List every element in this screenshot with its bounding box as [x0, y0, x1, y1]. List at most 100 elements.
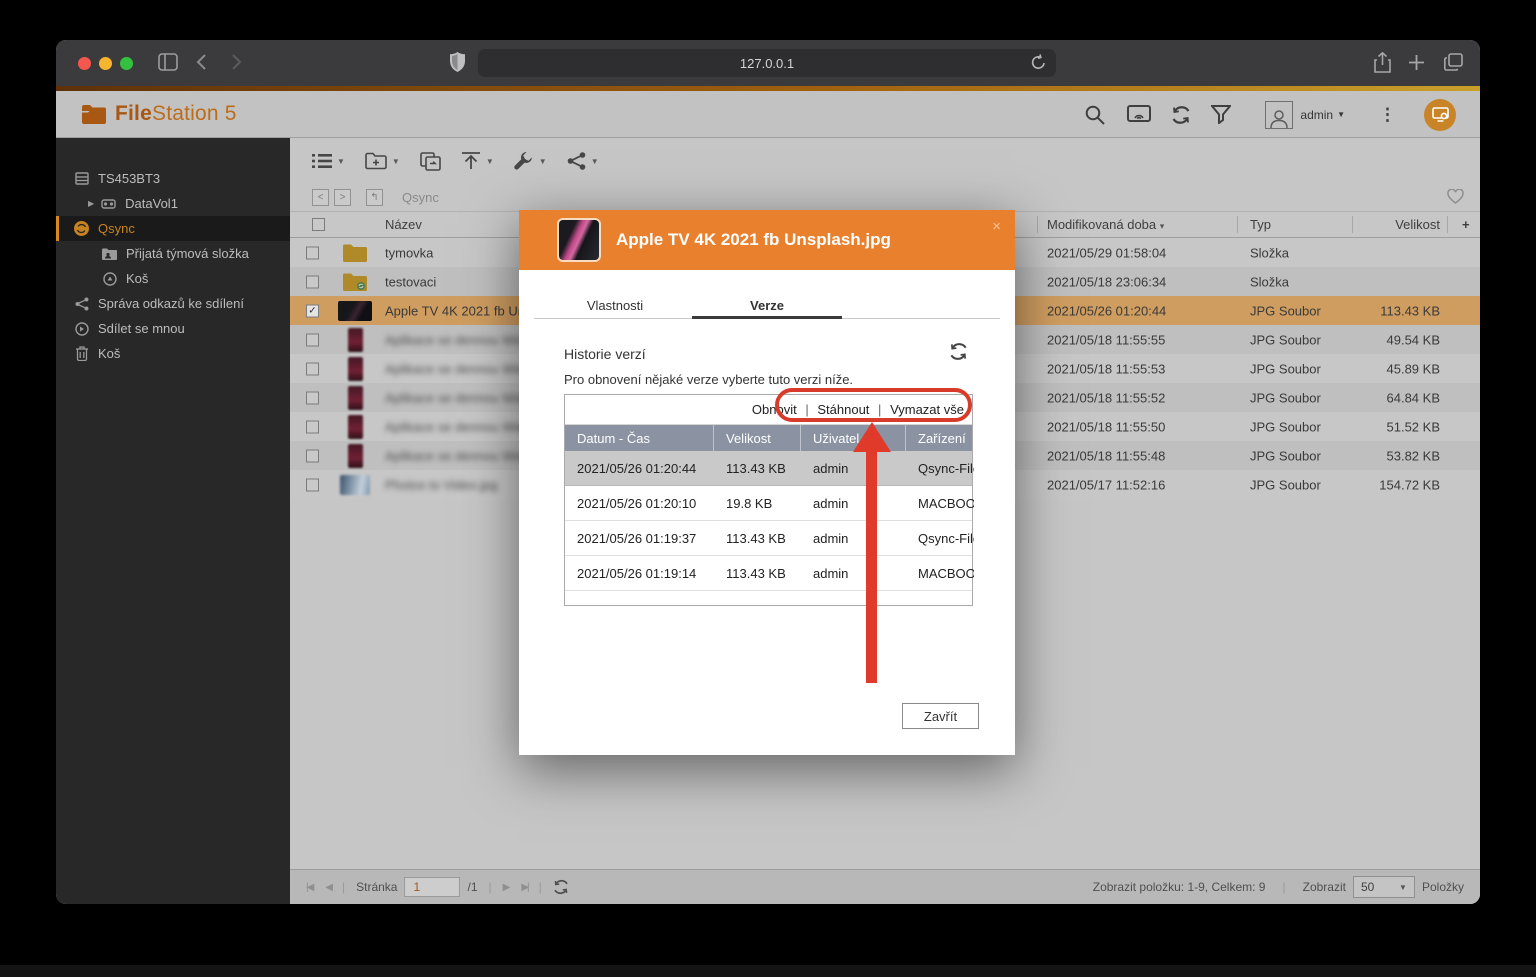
share-links-icon	[74, 297, 89, 311]
version-row[interactable]: 2021/05/26 01:19:14 113.43 KB admin MACB…	[565, 556, 972, 591]
tools-caret-icon[interactable]: ▼	[539, 157, 547, 166]
sidebar-item-qsync-recycle[interactable]: Koš	[56, 266, 290, 291]
sidebar-item-team-folder[interactable]: Přijatá týmová složka	[56, 241, 290, 266]
search-icon[interactable]	[1085, 105, 1105, 125]
tab-overview-icon[interactable]	[1444, 53, 1463, 71]
image-thumbnail	[338, 328, 372, 352]
browser-sidebar-icon[interactable]	[158, 53, 178, 71]
expand-arrow-icon[interactable]: ▶	[88, 199, 94, 208]
status-bar: |◀ ◀ | Stránka 1 /1 | ▶ ▶| | Zobrazit po…	[290, 869, 1480, 904]
tab-versions[interactable]: Verze	[750, 298, 784, 313]
prev-page-icon[interactable]: ◀	[325, 882, 331, 893]
row-checkbox[interactable]	[306, 478, 319, 491]
row-checkbox[interactable]	[306, 391, 319, 404]
column-header-modified[interactable]: Modifikovaná doba ▾	[1047, 217, 1164, 232]
sidebar-item-qsync[interactable]: Qsync	[56, 216, 290, 241]
view-mode-caret-icon[interactable]: ▼	[337, 157, 345, 166]
versions-refresh-icon[interactable]	[949, 342, 968, 361]
version-row[interactable]: 2021/05/26 01:20:10 19.8 KB admin MACBOO…	[565, 486, 972, 521]
back-icon[interactable]	[196, 54, 207, 70]
list-refresh-icon[interactable]	[553, 879, 569, 895]
zoom-window-button[interactable]	[120, 57, 133, 70]
user-menu[interactable]: admin	[1300, 108, 1333, 122]
forward-icon[interactable]	[231, 54, 242, 70]
go-up-icon[interactable]: ↰	[366, 189, 383, 206]
page-number-input[interactable]: 1	[404, 877, 460, 897]
shared-with-me-icon	[74, 322, 89, 336]
reload-icon[interactable]	[1031, 54, 1046, 71]
page-total: /1	[467, 880, 477, 894]
sidebar-item-nas[interactable]: TS453BT3	[56, 166, 290, 191]
breadcrumb[interactable]: Qsync	[402, 190, 439, 205]
row-checkbox[interactable]	[306, 362, 319, 375]
sidebar-item-shared-with-me[interactable]: Sdílet se mnou	[56, 316, 290, 341]
sidebar-item-trash[interactable]: Koš	[56, 341, 290, 366]
volume-icon	[101, 198, 116, 210]
trash-icon	[74, 346, 89, 361]
privacy-shield-icon[interactable]	[450, 52, 465, 72]
dialog-file-thumbnail	[557, 218, 601, 262]
file-modified: 2021/05/18 23:06:34	[1047, 274, 1166, 289]
view-mode-icon[interactable]	[312, 153, 332, 169]
copy-move-icon[interactable]	[420, 152, 441, 171]
create-folder-caret-icon[interactable]: ▼	[392, 157, 400, 166]
sync-folder-icon	[338, 273, 372, 291]
share-caret-icon[interactable]: ▼	[591, 157, 599, 166]
upload-icon[interactable]	[461, 152, 481, 170]
column-datetime: Datum - Čas	[565, 425, 714, 451]
user-avatar[interactable]	[1265, 101, 1293, 129]
qts-desktop-icon[interactable]	[1424, 99, 1456, 131]
column-header-name[interactable]: Název	[385, 217, 422, 232]
file-type: JPG Soubor	[1250, 361, 1321, 376]
history-back-icon[interactable]: <	[312, 189, 329, 206]
version-datetime: 2021/05/26 01:20:44	[565, 461, 714, 476]
annotation-arrow	[866, 450, 877, 683]
version-row[interactable]: 2021/05/26 01:19:37 113.43 KB admin Qsyn…	[565, 521, 972, 556]
share-icon[interactable]	[1374, 52, 1391, 73]
refresh-icon[interactable]	[1171, 105, 1191, 125]
show-label: Zobrazit	[1303, 880, 1346, 894]
row-checkbox[interactable]	[306, 449, 319, 462]
first-page-icon[interactable]: |◀	[306, 882, 312, 893]
next-page-icon[interactable]: ▶	[503, 882, 509, 893]
create-folder-icon[interactable]	[365, 152, 387, 170]
row-checkbox-checked[interactable]: ✓	[306, 304, 319, 317]
column-header-type[interactable]: Typ	[1250, 217, 1271, 232]
version-row-selected[interactable]: 2021/05/26 01:20:44 113.43 KB admin Qsyn…	[565, 451, 972, 486]
share-nodes-icon[interactable]	[567, 152, 586, 170]
version-device: Qsync-File S	[906, 531, 974, 546]
upload-caret-icon[interactable]: ▼	[486, 157, 494, 166]
row-checkbox[interactable]	[306, 333, 319, 346]
column-header-size[interactable]: Velikost	[1355, 217, 1440, 232]
new-tab-icon[interactable]	[1409, 55, 1424, 70]
tab-properties[interactable]: Vlastnosti	[587, 298, 643, 313]
close-icon[interactable]: ×	[992, 218, 1001, 235]
favorite-icon[interactable]	[1447, 189, 1464, 204]
sidebar-item-share-links[interactable]: Správa odkazů ke sdílení	[56, 291, 290, 316]
dialog-header: Apple TV 4K 2021 fb Unsplash.jpg ×	[519, 210, 1015, 270]
sidebar-item-label: Správa odkazů ke sdílení	[98, 296, 244, 311]
row-checkbox[interactable]	[306, 275, 319, 288]
tools-icon[interactable]	[514, 151, 534, 171]
row-checkbox[interactable]	[306, 246, 319, 259]
select-all-checkbox[interactable]	[312, 218, 325, 231]
address-bar[interactable]: 127.0.0.1	[478, 49, 1056, 77]
sidebar-item-label: TS453BT3	[98, 171, 160, 186]
version-datetime: 2021/05/26 01:19:37	[565, 531, 714, 546]
remote-display-icon[interactable]	[1127, 105, 1151, 124]
page-size-select[interactable]: 50▼	[1353, 876, 1415, 898]
sidebar-item-datavol1[interactable]: ▶ DataVol1	[56, 191, 290, 216]
filter-icon[interactable]	[1211, 105, 1231, 124]
more-options-icon[interactable]: ⋮	[1379, 106, 1396, 123]
add-column-button[interactable]: +	[1462, 217, 1470, 232]
user-menu-caret-icon[interactable]: ▼	[1337, 110, 1345, 119]
close-dialog-button[interactable]: Zavřít	[902, 703, 979, 729]
annotation-arrow-head	[853, 422, 891, 452]
last-page-icon[interactable]: ▶|	[521, 882, 527, 893]
close-window-button[interactable]	[78, 57, 91, 70]
file-name-redacted: Photos to Video.jpg	[385, 477, 498, 492]
history-forward-icon[interactable]: >	[334, 189, 351, 206]
file-type: Složka	[1250, 245, 1289, 260]
minimize-window-button[interactable]	[99, 57, 112, 70]
row-checkbox[interactable]	[306, 420, 319, 433]
